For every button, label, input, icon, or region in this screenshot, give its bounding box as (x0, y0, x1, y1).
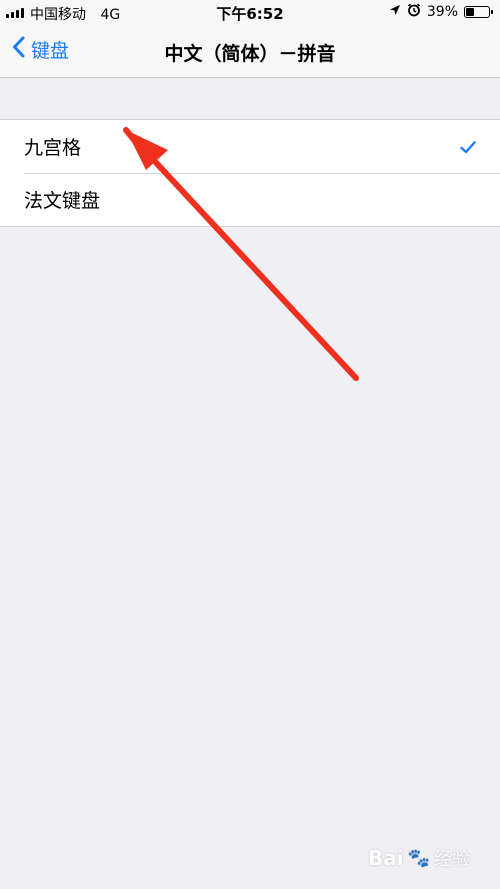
battery-fill (466, 8, 474, 16)
battery-percent: 39% (426, 4, 458, 20)
chevron-left-icon (12, 36, 25, 63)
baidu-jingyan-watermark: Bai 🐾 经验 (368, 845, 470, 871)
paw-icon: 🐾 (407, 847, 430, 869)
watermark-brand: Bai (367, 846, 404, 870)
list-item-label: 法文键盘 (24, 190, 101, 212)
back-label: 键盘 (31, 40, 70, 62)
back-button[interactable]: 键盘 (12, 36, 69, 63)
list-item-french-keyboard[interactable]: 法文键盘 (0, 173, 500, 226)
nav-bar: 键盘 中文（简体）－拼音 (0, 26, 500, 78)
watermark-suffix: 经验 (434, 849, 470, 870)
status-bar: 中国移动 4G 下午6:52 39% (0, 0, 500, 26)
list-item-label: 九宫格 (24, 137, 82, 159)
status-time: 下午6:52 (216, 5, 284, 23)
keyboard-layout-list: 九宫格 法文键盘 (0, 119, 500, 227)
location-arrow-icon (389, 4, 401, 20)
alarm-icon (407, 3, 421, 21)
carrier-info: 中国移动 4G (30, 4, 120, 24)
network-type: 4G (100, 7, 121, 23)
status-right: 39% (389, 3, 493, 21)
checkmark-icon (460, 137, 476, 159)
signal-icon (6, 8, 24, 18)
page-title: 中文（简体）－拼音 (164, 43, 336, 65)
carrier-name: 中国移动 (30, 7, 86, 23)
battery-icon (464, 6, 493, 18)
list-item-jiugongge[interactable]: 九宫格 (0, 120, 500, 173)
